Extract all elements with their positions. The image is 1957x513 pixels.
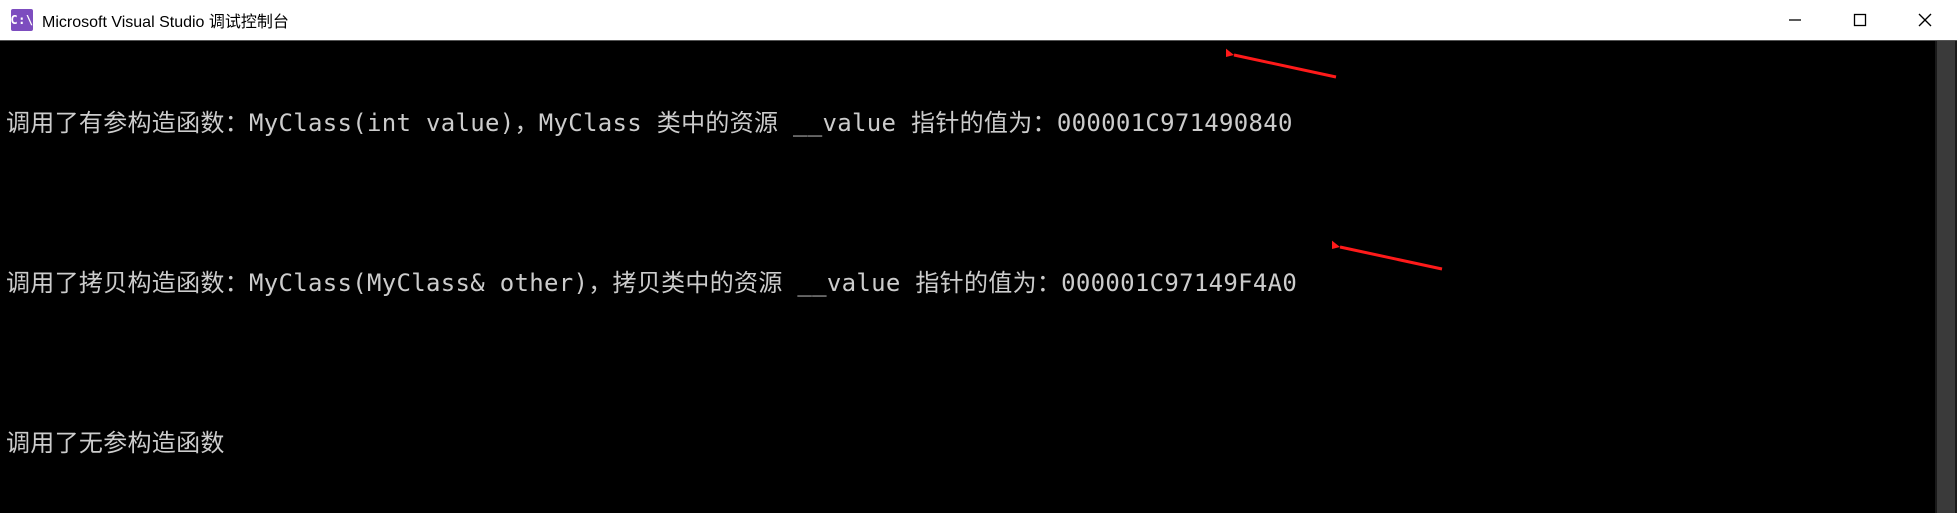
console-line: 调用了无参构造函数 [6, 427, 1957, 459]
window-controls [1762, 0, 1957, 40]
window-title: Microsoft Visual Studio 调试控制台 [42, 8, 289, 32]
close-button[interactable] [1892, 0, 1957, 40]
console-output: 调用了有参构造函数：MyClass(int value)，MyClass 类中的… [0, 41, 1957, 513]
console-line: 调用了拷贝构造函数：MyClass(MyClass& other)，拷贝类中的资… [6, 267, 1957, 299]
console-line: 调用了有参构造函数：MyClass(int value)，MyClass 类中的… [6, 107, 1957, 139]
maximize-icon [1853, 13, 1867, 27]
app-icon: C:\ [11, 9, 33, 31]
window: C:\ Microsoft Visual Studio 调试控制台 [0, 0, 1957, 513]
vertical-scrollbar[interactable] [1935, 41, 1957, 513]
minimize-button[interactable] [1762, 0, 1827, 40]
maximize-button[interactable] [1827, 0, 1892, 40]
minimize-icon [1788, 13, 1802, 27]
app-icon-text: C:\ [10, 13, 33, 27]
console-client-area: 调用了有参构造函数：MyClass(int value)，MyClass 类中的… [0, 40, 1957, 513]
scrollbar-thumb[interactable] [1937, 41, 1955, 513]
titlebar[interactable]: C:\ Microsoft Visual Studio 调试控制台 [0, 0, 1957, 40]
close-icon [1918, 13, 1932, 27]
